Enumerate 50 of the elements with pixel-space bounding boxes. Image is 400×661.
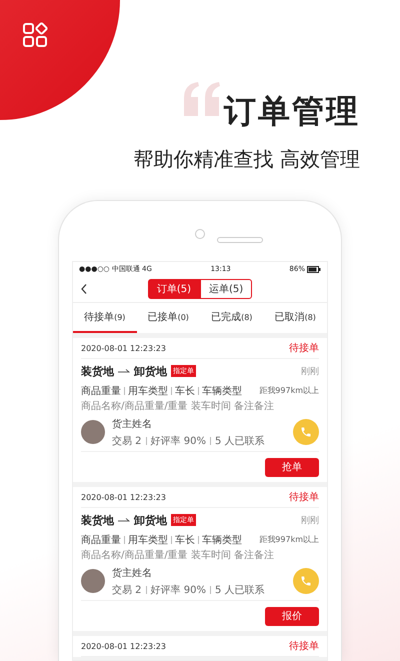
avatar: [81, 569, 105, 593]
page-title: 订单管理: [224, 91, 360, 132]
avatar: [81, 420, 105, 444]
owner-name: 货主姓名: [112, 418, 153, 430]
order-status: 待接单: [289, 342, 319, 355]
camera-icon: [195, 229, 205, 239]
speaker-icon: [217, 237, 263, 243]
phone-icon: [300, 426, 312, 438]
post-time: 刚刚: [301, 514, 319, 526]
call-button[interactable]: [293, 419, 319, 445]
destination: 卸货地: [134, 364, 167, 378]
owner-stat: 交易 2: [112, 434, 142, 448]
spec-text: 用车类型: [128, 384, 168, 398]
owner-stat: 交易 2: [112, 584, 142, 596]
owner-stat: 好评率 90%: [150, 584, 206, 596]
post-time: 刚刚: [301, 366, 319, 378]
distance: 距我997km以上: [259, 534, 319, 545]
order-time: 2020-08-01 12:23:23: [81, 344, 166, 352]
call-button[interactable]: [293, 568, 319, 594]
spec-text: 用车类型: [128, 534, 168, 546]
spec-text: 车长: [175, 534, 195, 546]
spec-text: 车辆类型: [202, 384, 242, 398]
apps-icon: [22, 22, 48, 48]
quote-icon: [182, 82, 222, 116]
origin: 装货地: [81, 364, 114, 378]
spec-text: 商品重量: [81, 384, 121, 398]
subtitle: 帮助你精准查找 高效管理: [134, 146, 360, 173]
destination: 卸货地: [134, 512, 167, 528]
owner-name: 货主姓名: [112, 566, 153, 580]
order-time: 2020-08-01 12:23:23: [81, 492, 166, 502]
distance: 距我997km以上: [259, 385, 319, 396]
battery-icon: [306, 266, 321, 272]
spec-text: 车长: [175, 384, 195, 398]
order-status: 待接单: [289, 640, 319, 653]
owner-stat: 好评率 90%: [150, 434, 206, 448]
owner-stat: 5 人已联系: [214, 584, 264, 596]
action-button[interactable]: 抢单: [265, 458, 319, 476]
action-button[interactable]: 报价: [265, 606, 319, 626]
back-icon[interactable]: [81, 284, 87, 294]
cargo-description: 商品名称/商品重量/重量 装车时间 备注备注: [81, 400, 274, 412]
segment-tab[interactable]: 运单(5): [200, 279, 252, 299]
segment-tab[interactable]: 订单(5): [148, 279, 200, 299]
cargo-description: 商品名称/商品重量/重量 装车时间 备注备注: [81, 548, 274, 562]
origin: 装货地: [81, 512, 114, 528]
phone-icon: [300, 575, 312, 587]
order-status: 待接单: [289, 490, 319, 504]
order-time: 2020-08-01 12:23:23: [81, 642, 166, 650]
spec-text: 车辆类型: [202, 534, 242, 546]
owner-stat: 5 人已联系: [214, 434, 264, 448]
spec-text: 商品重量: [81, 534, 121, 546]
